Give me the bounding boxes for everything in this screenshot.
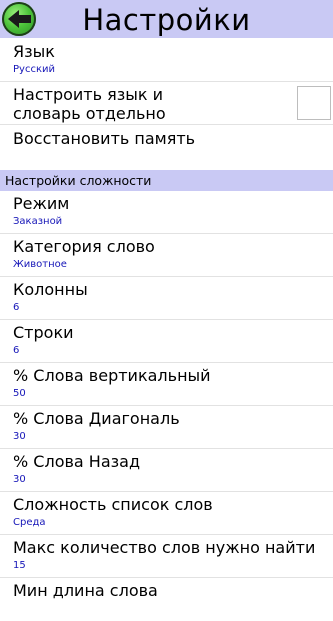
setting-word-category[interactable]: Категория слово Животное (0, 234, 333, 277)
setting-value: Русский (13, 64, 55, 75)
separate-language-checkbox[interactable] (297, 86, 331, 120)
setting-value: Среда (13, 517, 46, 528)
setting-label: Язык (13, 42, 55, 61)
setting-label: Категория слово (13, 237, 155, 256)
setting-label: Мин длина слова (13, 581, 158, 600)
setting-label: Настроить язык и словарь отдельно (13, 85, 166, 123)
setting-value: 6 (13, 345, 20, 356)
setting-mode[interactable]: Режим Заказной (0, 191, 333, 234)
setting-word-list-difficulty[interactable]: Сложность список слов Среда (0, 492, 333, 535)
setting-value: 30 (13, 474, 26, 485)
setting-value: 30 (13, 431, 26, 442)
settings-list: Язык Русский Настроить язык и словарь от… (0, 38, 333, 621)
setting-value: 6 (13, 302, 20, 313)
setting-diagonal-words[interactable]: % Слова Диагональ 30 (0, 406, 333, 449)
setting-max-words[interactable]: Макс количество слов нужно найти 15 (0, 535, 333, 578)
setting-label: Колонны (13, 280, 88, 299)
setting-columns[interactable]: Колонны 6 (0, 277, 333, 320)
setting-label: Сложность список слов (13, 495, 213, 514)
setting-label: Макс количество слов нужно найти (13, 538, 316, 557)
page-title: Настройки (82, 3, 251, 37)
setting-value: Заказной (13, 216, 63, 227)
setting-value: 50 (13, 388, 26, 399)
setting-label: Режим (13, 194, 70, 213)
setting-label: % Слова Диагональ (13, 409, 180, 428)
setting-value: 15 (13, 560, 26, 571)
setting-label: % Слова вертикальный (13, 366, 211, 385)
setting-backward-words[interactable]: % Слова Назад 30 (0, 449, 333, 492)
setting-label: % Слова Назад (13, 452, 141, 471)
setting-value: Животное (13, 259, 67, 270)
section-header-difficulty: Настройки сложности (0, 170, 333, 191)
setting-separate-language[interactable]: Настроить язык и словарь отдельно (0, 82, 333, 125)
setting-min-word-length[interactable]: Мин длина слова (0, 578, 333, 621)
setting-vertical-words[interactable]: % Слова вертикальный 50 (0, 363, 333, 406)
setting-label: Строки (13, 323, 74, 342)
setting-rows[interactable]: Строки 6 (0, 320, 333, 363)
setting-label: Восстановить память (13, 129, 196, 148)
setting-language[interactable]: Язык Русский (0, 38, 333, 82)
setting-restore-memory[interactable]: Восстановить память (0, 125, 333, 170)
header-bar: Настройки (0, 0, 333, 38)
